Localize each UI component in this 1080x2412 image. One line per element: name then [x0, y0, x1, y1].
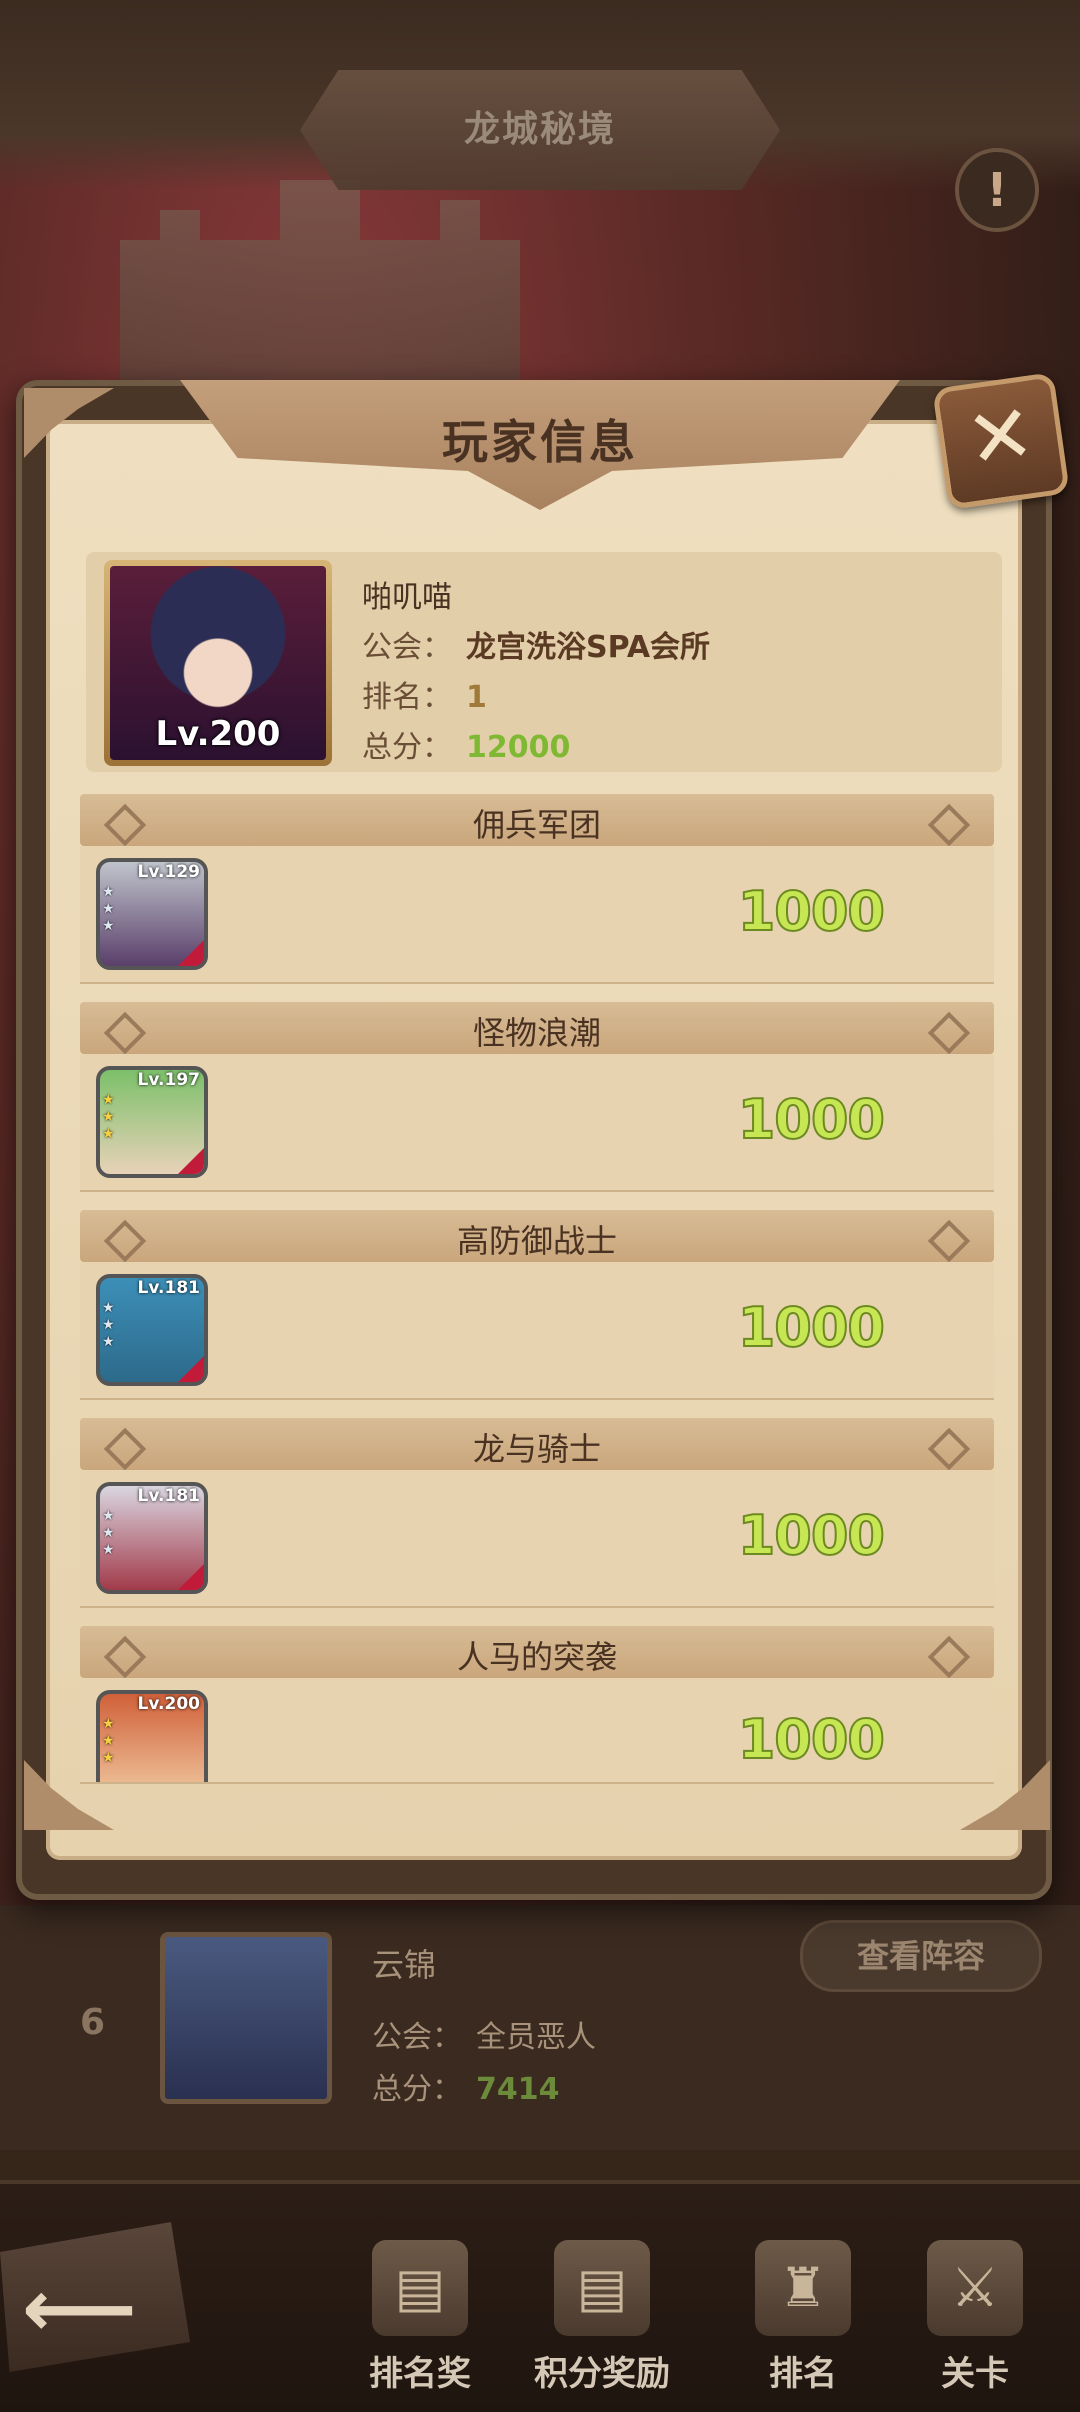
- player-guild-row: 公会： 龙宫洗浴SPA会所: [362, 622, 710, 666]
- section-row: Lv.200 ★ ★ ★ 1000: [80, 1678, 994, 1784]
- hero-level: Lv.129: [137, 862, 200, 882]
- row-guild-value: 全员恶人: [476, 2020, 596, 2055]
- nav-stage[interactable]: ⚔ 关卡: [885, 2240, 1065, 2395]
- nav-ranking[interactable]: ♜ 排名: [713, 2240, 893, 2395]
- player-rank-row: 排名： 1: [362, 672, 487, 716]
- row-score-label: 总分：: [372, 2072, 462, 2107]
- hero-rarity-mark: [178, 1564, 204, 1590]
- nav-label: 关卡: [941, 2354, 1009, 2394]
- hero-level: Lv.181: [137, 1278, 200, 1298]
- nav-label: 排名: [769, 2354, 837, 2394]
- section-score: 1000: [737, 1087, 886, 1152]
- star-icon: ★ ★ ★: [102, 1092, 115, 1142]
- section-header: 佣兵军团: [80, 794, 994, 847]
- section-score: 1000: [737, 1295, 886, 1360]
- section-row: Lv.181 ★ ★ ★ 1000: [80, 1470, 994, 1608]
- exclamation-icon[interactable]: !: [955, 148, 1039, 232]
- player-score-row: 总分： 12000: [362, 722, 570, 766]
- section-score: 1000: [737, 1707, 886, 1772]
- player-avatar[interactable]: Lv.200: [104, 560, 332, 766]
- score-label: 总分：: [362, 730, 452, 765]
- guild-value: 龙宫洗浴SPA会所: [466, 630, 711, 665]
- section-row: Lv.181 ★ ★ ★ 1000: [80, 1262, 994, 1400]
- score-value: 12000: [466, 730, 571, 765]
- hero-level: Lv.200: [137, 1694, 200, 1714]
- points-reward-icon: ▤: [554, 2240, 650, 2336]
- section-header: 龙与骑士: [80, 1418, 994, 1471]
- row-rank: 6: [80, 2002, 106, 2043]
- hero-rarity-mark: [178, 1356, 204, 1382]
- star-icon: ★ ★ ★: [102, 1716, 115, 1766]
- close-icon: ✕: [960, 385, 1041, 488]
- rank-value: 1: [466, 680, 487, 715]
- rank-label: 排名：: [362, 680, 452, 715]
- page-title: 龙城秘境: [463, 109, 616, 150]
- section-score: 1000: [737, 1503, 886, 1568]
- hero-portrait[interactable]: Lv.181 ★ ★ ★: [96, 1274, 208, 1386]
- player-portrait: Lv.200: [110, 566, 326, 760]
- nav-label: 积分奖励: [534, 2354, 670, 2394]
- nav-points-reward[interactable]: ▤ 积分奖励: [512, 2240, 692, 2395]
- back-arrow-icon[interactable]: ⟵: [22, 2262, 137, 2355]
- row-guild: 公会： 全员恶人: [372, 2012, 596, 2056]
- star-icon: ★ ★ ★: [102, 1300, 115, 1350]
- section-row: Lv.197 ★ ★ ★ 1000: [80, 1054, 994, 1192]
- star-icon: ★ ★ ★: [102, 884, 115, 934]
- section-title: 高防御战士: [456, 1222, 617, 1260]
- section-score: 1000: [737, 879, 886, 944]
- section-title: 佣兵军团: [472, 806, 601, 844]
- section-row: Lv.129 ★ ★ ★ 1000: [80, 846, 994, 984]
- section-header: 高防御战士: [80, 1210, 994, 1263]
- row-guild-label: 公会：: [372, 2020, 462, 2055]
- hero-rarity-mark: [178, 1148, 204, 1174]
- castle-illustration: [120, 180, 520, 380]
- stage-icon: ⚔: [927, 2240, 1023, 2336]
- row-player-name: 云锦: [372, 1946, 437, 1984]
- star-icon: ★ ★ ★: [102, 1508, 115, 1558]
- close-button[interactable]: ✕: [932, 372, 1070, 510]
- hero-portrait[interactable]: Lv.197 ★ ★ ★: [96, 1066, 208, 1178]
- view-lineup-button[interactable]: 查看阵容: [800, 1920, 1042, 1992]
- section-header: 怪物浪潮: [80, 1002, 994, 1055]
- hero-portrait[interactable]: Lv.181 ★ ★ ★: [96, 1482, 208, 1594]
- hero-portrait[interactable]: Lv.129 ★ ★ ★: [96, 858, 208, 970]
- section-header: 人马的突袭: [80, 1626, 994, 1679]
- rank-reward-icon: ▤: [372, 2240, 468, 2336]
- hero-level: Lv.197: [137, 1070, 200, 1090]
- section-title: 龙与骑士: [472, 1430, 601, 1468]
- player-level: Lv.200: [155, 714, 281, 754]
- hero-rarity-mark: [178, 940, 204, 966]
- nav-rank-reward[interactable]: ▤ 排名奖: [330, 2240, 510, 2395]
- ranking-icon: ♜: [755, 2240, 851, 2336]
- player-name: 啪叽喵: [362, 580, 452, 615]
- section-title: 人马的突袭: [456, 1638, 617, 1676]
- modal-title: 玩家信息: [442, 415, 638, 469]
- row-avatar[interactable]: [160, 1932, 332, 2104]
- hero-level: Lv.181: [137, 1486, 200, 1506]
- row-score-value: 7414: [476, 2072, 560, 2107]
- hero-portrait[interactable]: Lv.200 ★ ★ ★: [96, 1690, 208, 1782]
- row-score: 总分： 7414: [372, 2064, 560, 2108]
- nav-label: 排名奖: [369, 2354, 471, 2394]
- guild-label: 公会：: [362, 630, 452, 665]
- section-title: 怪物浪潮: [472, 1014, 601, 1052]
